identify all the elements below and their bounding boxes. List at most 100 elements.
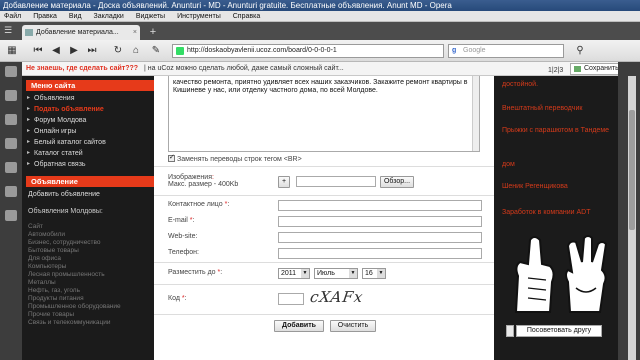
infobar-pager[interactable]: 1|2|3 [548,64,563,75]
textarea-scrollbar[interactable] [472,76,479,151]
year-select[interactable]: 2011 ▼ [278,268,310,279]
right-link[interactable]: Заработок в компании ADT [502,208,622,217]
nav-toolbar: ▦ ⏮ ◀ ▶ ⏭ ↻ ⌂ ✎ http://doskaobyavlenii.u… [0,40,640,62]
tab-close-icon[interactable]: × [133,25,137,40]
nav-item-feedback[interactable]: Обратная связь [26,159,158,170]
category-link[interactable]: Сайт [26,223,158,231]
replace-br-option[interactable]: Заменять переводы строк тегом <BR> [168,153,302,163]
history-panel-icon[interactable] [5,162,17,173]
category-link[interactable]: Прочие товары [26,311,158,319]
rewind-icon[interactable]: ⏮ [32,45,44,57]
right-column: достойной. Внештатный переводчик Прыжки … [494,76,628,360]
widgets-panel-icon[interactable] [5,90,17,101]
new-tab-button[interactable]: + [146,26,160,39]
window-title: Добавление материала - Доска объявлений.… [0,0,640,11]
windows-panel-icon[interactable] [5,210,17,221]
category-link[interactable]: Компьютеры [26,263,158,271]
right-link[interactable]: Прыжки с парашютом в Тандеме [502,126,622,135]
links-panel-icon[interactable] [5,186,17,197]
fast-forward-icon[interactable]: ⏭ [86,45,98,57]
replace-br-checkbox[interactable] [168,153,175,162]
category-link[interactable]: Бизнес, сотрудничество [26,239,158,247]
tab-favicon-icon [25,29,33,36]
menu-file[interactable]: Файл [4,13,21,20]
tab-menu-icon[interactable]: ☰ [4,25,12,36]
category-link[interactable]: Лесная промышленность [26,271,158,279]
category-link[interactable]: Автомобили [26,231,158,239]
category-link[interactable]: Для офиса [26,255,158,263]
page-scroll-thumb[interactable] [629,110,635,230]
add-ad-link[interactable]: Добавить объявление [26,189,158,200]
contact-input[interactable] [278,200,482,211]
menu-tools[interactable]: Инструменты [177,13,221,20]
edit-icon[interactable]: ✎ [150,45,162,57]
nav-item-ads[interactable]: Объявления [26,93,158,104]
downloads-panel-icon[interactable] [5,138,17,149]
category-link[interactable]: Нефть, газ, уголь [26,287,158,295]
google-icon: g [452,47,457,54]
nav-item-catalog-sites[interactable]: Белый каталог сайтов [26,137,158,148]
category-link[interactable]: Бытовые товары [26,247,158,255]
right-link[interactable]: Шеник Регенщикова [502,182,622,191]
menu-bookmarks[interactable]: Закладки [94,13,124,20]
nav-item-post-ad[interactable]: Подать объявление [26,104,158,115]
day-select[interactable]: 16 ▼ [362,268,386,279]
notes-panel-icon[interactable] [5,114,17,125]
search-input[interactable]: g Google [448,44,564,58]
divider [154,284,494,285]
chevron-down-icon: ▼ [349,269,357,278]
address-url: http://doskaobyavlenii.ucoz.com/board/0-… [187,47,337,54]
menu-widgets[interactable]: Виджеты [136,13,165,20]
description-textarea[interactable]: качество ремонта, приятно удивляет всех … [168,76,480,152]
image-file-input[interactable] [296,176,376,187]
captcha-image: cXAFx [308,288,365,306]
category-link[interactable]: Металлы [26,279,158,287]
images-max-size: Макс. размер - 400Kb [168,181,239,188]
nav-item-catalog-articles[interactable]: Каталог статей [26,148,158,159]
browser-side-panel [0,62,22,360]
add-image-button[interactable]: + [278,176,290,188]
category-link[interactable]: Связь и телекоммуникации [26,319,158,327]
nav-item-forum[interactable]: Форум Молдова [26,115,158,126]
contact-label: Контактное лицо *: [168,201,230,208]
right-link[interactable]: достойной. [502,80,622,89]
home-icon[interactable]: ⌂ [130,45,142,57]
left-navigation: Меню сайта Объявления Подать объявление … [26,80,158,360]
submit-button[interactable]: Добавить [274,320,324,332]
zoom-icon[interactable]: ⚲ [574,45,586,57]
md-ads-heading: Объявления Молдовы: [28,208,103,215]
back-icon[interactable]: ◀ [50,45,62,57]
month-select[interactable]: Июль ▼ [314,268,358,279]
forward-icon[interactable]: ▶ [68,45,80,57]
phone-input[interactable] [278,248,482,259]
infobar-question[interactable]: Не знаешь, где сделать сайт??? [22,65,138,72]
category-link[interactable]: Продукты питания [26,295,158,303]
divider [154,314,494,315]
recommend-button[interactable]: Посоветовать другу [516,325,602,337]
divider [154,262,494,263]
menu-edit[interactable]: Правка [33,13,57,20]
right-link[interactable]: Внештатный переводчик [502,104,622,113]
nav-item-games[interactable]: Онлайн игры [26,126,158,137]
category-link[interactable]: Промышленное оборудование [26,303,158,311]
reload-icon[interactable]: ↻ [112,45,124,57]
menu-help[interactable]: Справка [233,13,260,20]
right-link[interactable]: дом [502,160,622,169]
email-input[interactable] [278,216,482,227]
browse-button[interactable]: Обзор... [380,176,414,188]
site-favicon-icon [176,47,184,55]
captcha-input[interactable] [278,293,304,305]
website-label: Web-site: [168,233,198,240]
save-site-button[interactable]: Сохранить сайт [570,63,618,75]
share-counter [506,325,514,337]
menu-view[interactable]: Вид [69,13,82,20]
tab-active[interactable]: Добавление материала... × [22,25,140,40]
page-content: Меню сайта Объявления Подать объявление … [22,76,628,360]
infobar-text[interactable]: | на uCoz можно сделать любой, даже самы… [140,65,344,72]
address-bar[interactable]: http://doskaobyavlenii.ucoz.com/board/0-… [172,44,444,58]
bookmarks-panel-icon[interactable] [5,66,17,77]
clear-button[interactable]: Очистить [330,320,376,332]
website-input[interactable] [278,232,482,243]
panel-toggle-icon[interactable]: ▦ [6,45,18,57]
tab-label: Добавление материала... [36,29,119,36]
